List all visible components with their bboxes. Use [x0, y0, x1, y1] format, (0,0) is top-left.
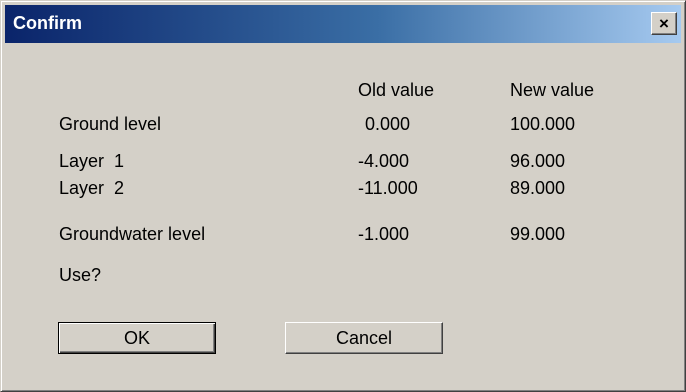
new-value-layer-1: 96.000: [510, 151, 566, 171]
new-value-groundwater-level: 99.000: [510, 224, 566, 244]
old-value-ground-level: 0.000: [365, 114, 411, 134]
old-value-groundwater-level: -1.000: [358, 224, 410, 244]
cancel-button-label: Cancel: [335, 327, 393, 348]
close-icon: ×: [659, 14, 669, 33]
old-value-layer-1: -4.000: [358, 151, 410, 171]
column-header-new-value: New value: [510, 80, 595, 100]
confirm-dialog: Confirm × Old value New value Ground lev…: [0, 0, 686, 392]
dialog-title: Confirm: [13, 13, 82, 33]
row-label-ground-level: Ground level: [59, 114, 162, 134]
ok-button-label: OK: [123, 327, 150, 348]
cancel-button[interactable]: Cancel: [285, 322, 443, 354]
column-header-old-value: Old value: [358, 80, 435, 100]
close-button[interactable]: ×: [651, 12, 677, 35]
new-value-ground-level: 100.000: [510, 114, 576, 134]
title-bar[interactable]: Confirm ×: [5, 5, 681, 43]
ok-button[interactable]: OK: [58, 322, 216, 354]
row-label-layer-2: Layer 2: [59, 178, 125, 198]
new-value-layer-2: 89.000: [510, 178, 566, 198]
prompt-text: Use?: [59, 265, 102, 285]
row-label-groundwater-level: Groundwater level: [59, 224, 206, 244]
row-label-layer-1: Layer 1: [59, 151, 125, 171]
old-value-layer-2: -11.000: [358, 178, 418, 198]
